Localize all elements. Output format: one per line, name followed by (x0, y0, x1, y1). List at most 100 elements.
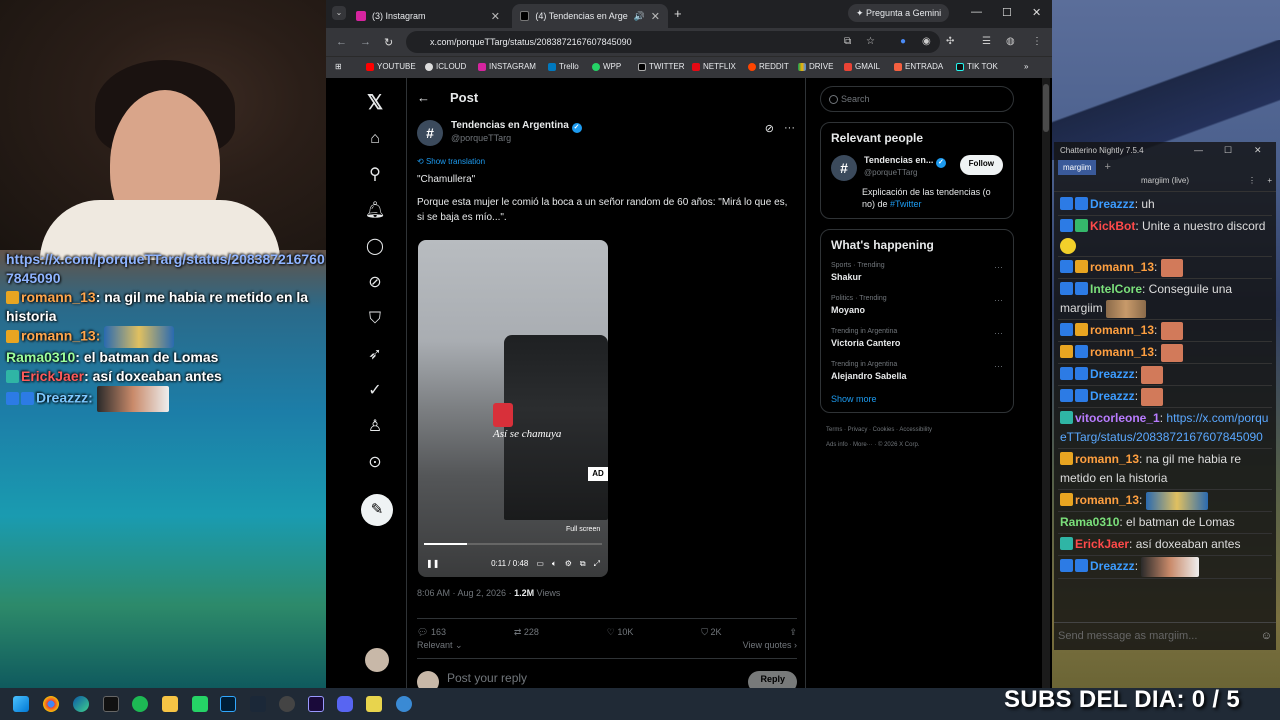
video-player[interactable]: Así se chamuya AD Full screen ❚❚ 0:11 / … (418, 240, 608, 577)
bookmark-icloud[interactable]: ICLOUD (425, 62, 466, 71)
post-author[interactable]: # Tendencias en Argentina ✓ @porqueTTarg (417, 120, 582, 146)
bookmark-drive[interactable]: DRIVE (798, 62, 833, 71)
more-options-icon[interactable]: ··· (784, 122, 795, 135)
show-more-link[interactable]: Show more (831, 394, 1003, 404)
bookmark-entrada[interactable]: ENTRADA (894, 62, 943, 71)
close-window-icon[interactable]: ✕ (1254, 145, 1262, 156)
bookmark-star-icon[interactable]: ☆ (866, 36, 875, 47)
fullscreen-icon[interactable]: ⤢ (594, 559, 600, 569)
add-tab-icon[interactable]: + (1104, 161, 1110, 173)
back-icon[interactable]: ← (336, 36, 347, 48)
more-icon[interactable]: ⊙ (360, 448, 390, 478)
compose-post-button[interactable]: ✎ (361, 494, 393, 526)
chat-username[interactable]: IntelCore (1090, 282, 1142, 296)
app-taskbar-icon[interactable] (279, 696, 295, 712)
discord-icon[interactable] (337, 696, 353, 712)
profile-icon[interactable]: ♙ (360, 412, 390, 442)
captions-icon[interactable]: ▭ (536, 559, 544, 568)
chat-username[interactable]: romann_13 (1075, 452, 1139, 466)
bookmark-trello[interactable]: Trello (548, 62, 579, 71)
trend-item[interactable]: Trending in Argentina Alejandro Sabella ··… (831, 361, 1003, 381)
chatterino-taskbar-icon[interactable] (396, 696, 412, 712)
account-avatar[interactable] (365, 648, 389, 672)
video-progress-bar[interactable] (424, 543, 602, 545)
chat-username[interactable]: Dreazzz (1090, 197, 1135, 211)
scrollbar-thumb[interactable] (1043, 84, 1049, 132)
share-icon[interactable]: ⇪ (789, 627, 797, 638)
close-window-icon[interactable]: ✕ (1032, 6, 1041, 19)
photoshop-icon[interactable] (220, 696, 236, 712)
maximize-icon[interactable]: ☐ (1002, 6, 1012, 19)
file-explorer-icon[interactable] (162, 696, 178, 712)
notifications-bell-icon[interactable]: 🔔︎ (360, 196, 390, 226)
bookmark-wpp[interactable]: WPP (592, 62, 621, 71)
like-button[interactable]: ♡ 10K (607, 627, 634, 638)
author-avatar[interactable]: # (417, 120, 443, 146)
verified-orgs-icon[interactable]: ✓ (360, 376, 390, 406)
author-handle[interactable]: @porqueTTarg (451, 133, 582, 143)
url-input[interactable]: x.com/porqueTTarg/status/208387216760784… (406, 31, 940, 53)
bookmarks-icon[interactable]: ⛉ (360, 304, 390, 334)
grok-explain-icon[interactable]: ⊘ (765, 122, 774, 135)
edge-taskbar-icon[interactable] (73, 696, 89, 712)
show-translation-link[interactable]: ⟲ Show translation (417, 157, 485, 166)
bookmark-gmail[interactable]: GMAIL (844, 62, 880, 71)
search-icon[interactable]: ⚲ (360, 160, 390, 190)
chat-username[interactable]: ErickJaer (1075, 537, 1129, 551)
profile-avatar[interactable]: ◍ (1006, 36, 1015, 47)
person-avatar[interactable]: # (831, 155, 857, 181)
speaker-icon[interactable]: 🔊 (634, 11, 645, 22)
tab-instagram[interactable]: (3) Instagram ✕ (348, 4, 508, 28)
trend-more-icon[interactable]: ··· (994, 328, 1003, 338)
extension-icon[interactable]: ● (900, 36, 906, 47)
minimize-icon[interactable]: — (1194, 145, 1203, 155)
trend-more-icon[interactable]: ··· (994, 361, 1003, 371)
footer-line[interactable]: Ads info · More··· · © 2026 X Corp. (826, 438, 1014, 453)
grok-icon[interactable]: ⊘ (360, 268, 390, 298)
post-timestamp[interactable]: 8:06 AM · Aug 2, 2026 · (417, 588, 514, 598)
close-tab-icon[interactable]: ✕ (651, 10, 660, 23)
bookmark-button[interactable]: ⛉ 2K (701, 627, 721, 638)
maximize-icon[interactable]: ☐ (1224, 145, 1232, 156)
bookmark-netflix[interactable]: NETFLIX (692, 62, 736, 71)
back-arrow-icon[interactable]: ← (417, 90, 430, 105)
whatsapp-taskbar-icon[interactable] (192, 696, 208, 712)
chrome-taskbar-icon[interactable] (43, 696, 59, 712)
pause-icon[interactable]: ❚❚ (426, 559, 439, 568)
extensions-puzzle-icon[interactable]: ✣ (946, 36, 954, 47)
bookmark-youtube[interactable]: YOUTUBE (366, 62, 416, 71)
minimize-icon[interactable]: — (971, 6, 982, 18)
person-name[interactable]: Tendencias en... (864, 155, 933, 165)
home-icon[interactable]: ⌂ (360, 124, 390, 154)
start-icon[interactable] (13, 696, 29, 712)
hashtag-link[interactable]: #Twitter (890, 199, 922, 209)
volume-icon[interactable]: 🔈︎ (552, 559, 557, 569)
x-logo-icon[interactable]: 𝕏 (360, 88, 390, 118)
footer-line[interactable]: Terms · Privacy · Cookies · Accessibilit… (826, 423, 1014, 438)
chat-username[interactable]: KickBot (1090, 219, 1135, 233)
chat-username[interactable]: Rama0310 (1060, 515, 1119, 529)
chat-username[interactable]: romann_13 (1090, 323, 1154, 337)
chat-input[interactable]: Send message as margiim... ☺ (1054, 622, 1276, 650)
chat-username[interactable]: romann_13 (1075, 493, 1139, 507)
chat-username[interactable]: vitocorleone_1 (1075, 411, 1160, 425)
view-quotes-link[interactable]: View quotes › (743, 640, 797, 651)
trend-more-icon[interactable]: ··· (994, 295, 1003, 305)
jobs-rocket-icon[interactable]: ➶ (360, 340, 390, 370)
tab-twitter-post[interactable]: (4) Tendencias en Argentina 🔊 ✕ (512, 4, 668, 28)
trend-item[interactable]: Politics · Trending Moyano ··· (831, 295, 1003, 315)
premiere-icon[interactable] (308, 696, 324, 712)
pip-icon[interactable]: ⧉ (580, 559, 586, 569)
install-icon[interactable]: ⧉ (844, 36, 851, 47)
apps-grid-icon[interactable]: ⊞ (335, 62, 342, 71)
forward-icon[interactable]: → (360, 36, 371, 48)
reload-icon[interactable]: ↻ (384, 36, 393, 49)
page-scrollbar[interactable] (1042, 78, 1050, 688)
chat-username[interactable]: romann_13 (1090, 345, 1154, 359)
search-input[interactable]: Search (820, 86, 1014, 112)
emoji-icon[interactable]: ☺ (1261, 630, 1272, 642)
bookmark-twitter[interactable]: TWITTER (638, 62, 685, 71)
reply-button[interactable]: 💬︎ 163 (417, 627, 446, 638)
follow-button[interactable]: Follow (959, 155, 1003, 175)
close-tab-icon[interactable]: ✕ (491, 10, 500, 23)
